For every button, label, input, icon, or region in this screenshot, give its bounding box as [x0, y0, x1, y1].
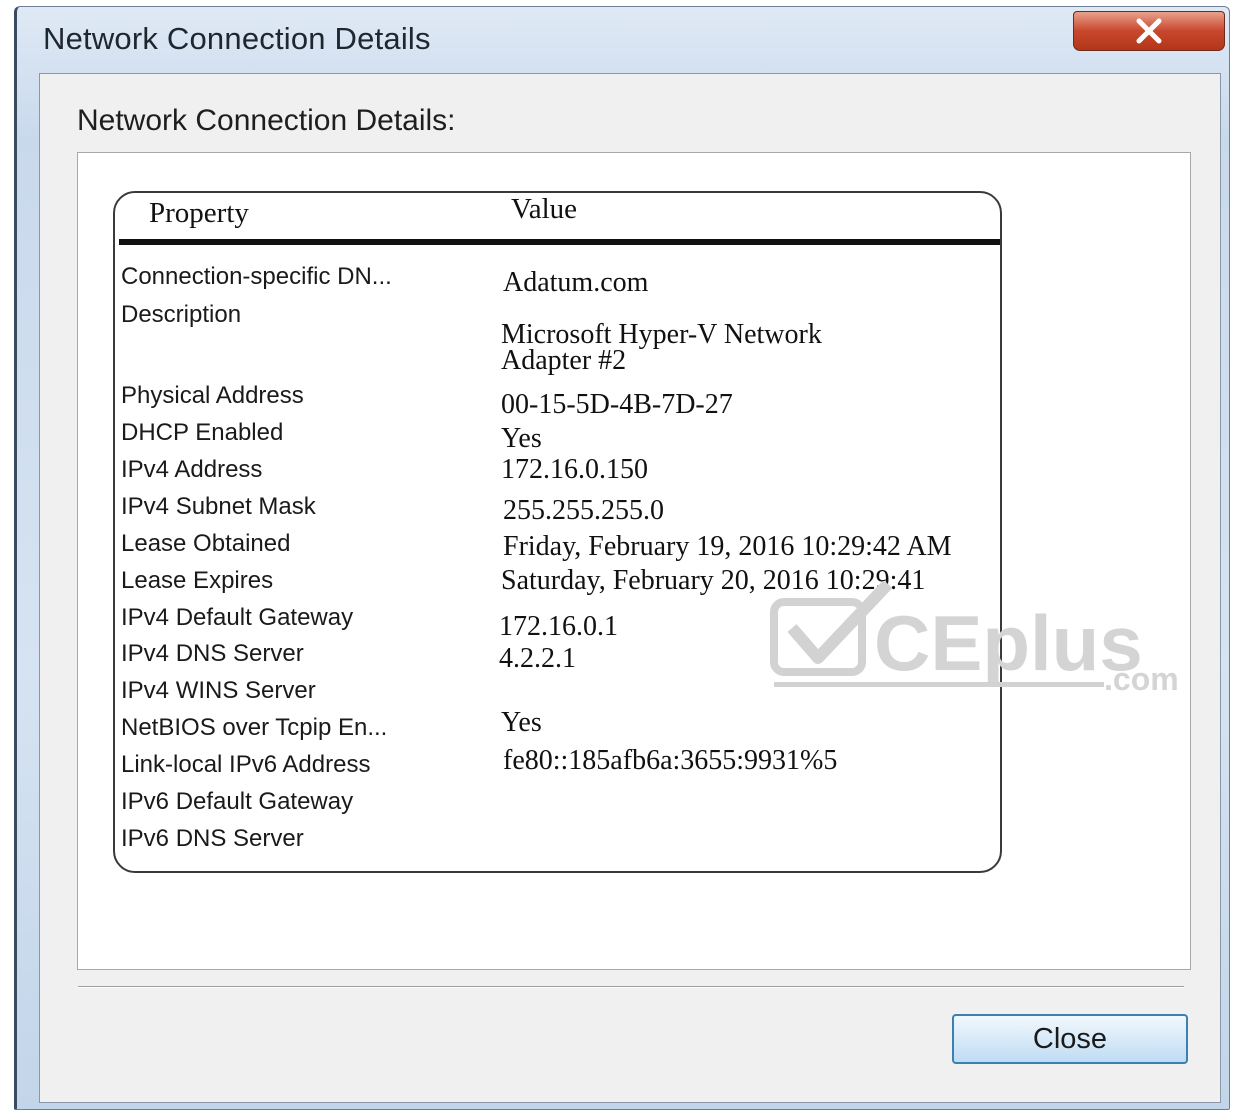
- column-header-value[interactable]: Value: [511, 193, 577, 226]
- table-row-property: NetBIOS over Tcpip En...: [121, 714, 388, 741]
- title-close-button[interactable]: [1073, 11, 1225, 51]
- section-label: Network Connection Details:: [77, 104, 456, 137]
- table-row-property: Lease Expires: [121, 567, 274, 594]
- table-row-property: IPv4 Address: [121, 456, 263, 483]
- table-row-value: 00-15-5D-4B-7D-27: [501, 389, 733, 420]
- table-row-value: 172.16.0.150: [501, 454, 648, 485]
- dialog-window: Network Connection Details Network Conne…: [14, 6, 1230, 1110]
- table-row-value: Yes: [501, 423, 542, 454]
- close-x-icon: [1136, 18, 1162, 44]
- ceplus-watermark: CEplus .com: [770, 582, 1179, 692]
- table-row-property: IPv4 Subnet Mask: [121, 493, 316, 520]
- table-row-property: IPv4 DNS Server: [121, 640, 304, 667]
- footer-divider: [78, 986, 1184, 988]
- table-row-property: Physical Address: [121, 382, 304, 409]
- table-row-property: Connection-specific DN...: [121, 263, 392, 290]
- table-row-property: Lease Obtained: [121, 530, 291, 557]
- table-row-property: IPv4 Default Gateway: [121, 604, 354, 631]
- table-row-value: 4.2.2.1: [499, 643, 576, 674]
- table-row-value: 172.16.0.1: [499, 611, 618, 642]
- table-row-property: Description: [121, 301, 242, 328]
- watermark-text: CEplus: [874, 599, 1143, 687]
- table-row-value: Microsoft Hyper-V Network Adapter #2: [501, 319, 822, 376]
- table-row-property: Link-local IPv6 Address: [121, 751, 371, 778]
- table-row-value: Friday, February 19, 2016 10:29:42 AM: [503, 531, 952, 562]
- table-row-property: DHCP Enabled: [121, 419, 284, 446]
- watermark-suffix: .com: [1104, 661, 1179, 692]
- table-row-value: Yes: [501, 707, 542, 738]
- table-row-property: IPv4 WINS Server: [121, 677, 316, 704]
- table-row-property: IPv6 Default Gateway: [121, 788, 354, 815]
- table-row-value: fe80::185afb6a:3655:9931%5: [503, 745, 838, 776]
- column-header-property[interactable]: Property: [149, 197, 249, 230]
- header-divider: [119, 239, 1000, 245]
- checkmark-icon: [770, 582, 893, 676]
- details-table: Property Value Connection-specific DN...…: [113, 191, 1002, 873]
- table-row-value: Adatum.com: [503, 267, 649, 298]
- table-row-value: 255.255.255.0: [503, 495, 664, 526]
- details-list-panel: Property Value Connection-specific DN...…: [77, 152, 1191, 970]
- window-title: Network Connection Details: [43, 21, 431, 56]
- close-button[interactable]: Close: [952, 1014, 1188, 1064]
- table-row-property: IPv6 DNS Server: [121, 825, 304, 852]
